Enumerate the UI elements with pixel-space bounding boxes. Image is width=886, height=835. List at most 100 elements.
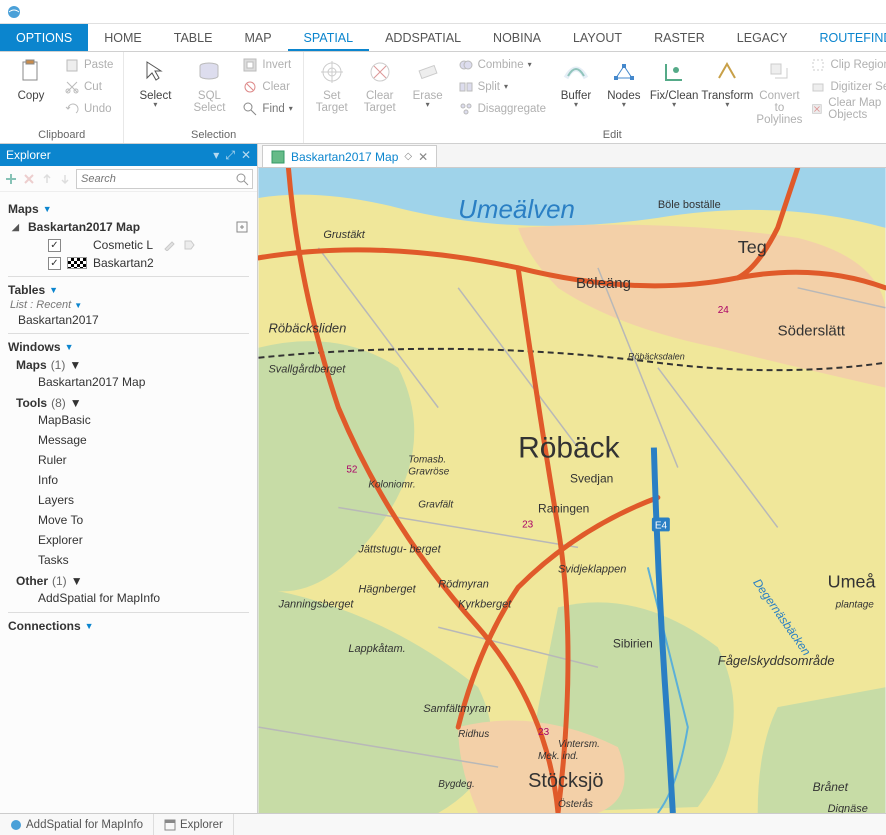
clear-button[interactable]: Clear (238, 76, 296, 98)
other-subheader[interactable]: Other (1) ▼ (8, 574, 249, 588)
transform-button[interactable]: Transform ▾ (702, 54, 752, 109)
other-addspatial[interactable]: AddSpatial for MapInfo (8, 588, 249, 608)
copy-icon (15, 56, 47, 88)
svg-text:Raningen: Raningen (538, 501, 589, 515)
tool-message[interactable]: Message (8, 430, 249, 450)
tool-explorer[interactable]: Explorer (8, 530, 249, 550)
sql-select-button[interactable]: SQL Select (184, 54, 234, 114)
tab-layout[interactable]: LAYOUT (557, 24, 638, 51)
tab-routefinder[interactable]: ROUTEFINDER (804, 24, 886, 51)
tab-spatial[interactable]: SPATIAL (288, 24, 370, 51)
app-icon (6, 4, 22, 20)
ribbon-group-selection: Select ▾ SQL Select Invert Clear Find ▾ … (124, 52, 303, 143)
svg-text:Mek. ind.: Mek. ind. (538, 751, 578, 762)
checkbox[interactable] (48, 239, 61, 252)
tab-raster[interactable]: RASTER (638, 24, 721, 51)
windows-section-header[interactable]: Windows▼ (8, 340, 249, 354)
combine-button[interactable]: Combine ▾ (454, 54, 550, 76)
label-icon[interactable] (183, 239, 195, 251)
tab-table[interactable]: TABLE (158, 24, 229, 51)
pin-icon[interactable]: ◇ (404, 151, 412, 162)
maps-subheader[interactable]: Maps (1) ▼ (8, 358, 249, 372)
panel-pin-icon[interactable]: ⤢ (225, 148, 235, 163)
table-item[interactable]: Baskartan2017 (8, 311, 249, 329)
down-icon[interactable] (58, 172, 72, 186)
clip-region-button[interactable]: Clip Region ▾ (806, 54, 886, 76)
split-button[interactable]: Split ▾ (454, 76, 550, 98)
up-icon[interactable] (40, 172, 54, 186)
nodes-button[interactable]: Nodes ▾ (602, 54, 646, 109)
svg-text:Stöcksjö: Stöcksjö (528, 770, 603, 792)
edit-icon[interactable] (163, 239, 175, 251)
digitizer-button[interactable]: Digitizer Setup (806, 76, 886, 98)
bottom-tab-explorer[interactable]: Explorer (154, 814, 234, 835)
tab-legacy[interactable]: LEGACY (721, 24, 804, 51)
set-target-button[interactable]: Set Target (310, 54, 354, 114)
map-tabs: Baskartan2017 Map ◇ ✕ (258, 144, 886, 168)
maps-section-header[interactable]: Maps▼ (8, 202, 249, 216)
tool-mapbasic[interactable]: MapBasic (8, 410, 249, 430)
map-canvas[interactable]: Umeälven Böle boställe Grustäkt Teg Böle… (258, 168, 886, 813)
map-root-row[interactable]: ◢ Baskartan2017 Map (8, 218, 249, 236)
clear-map-button[interactable]: Clear Map Objects (806, 98, 886, 120)
bottom-tab-addspatial[interactable]: AddSpatial for MapInfo (0, 814, 154, 835)
search-icon[interactable] (235, 172, 249, 186)
digitizer-icon (810, 79, 826, 95)
erase-button[interactable]: Erase ▾ (406, 54, 450, 109)
buffer-button[interactable]: Buffer ▾ (554, 54, 598, 109)
tools-subheader[interactable]: Tools (8) ▼ (8, 396, 249, 410)
svg-text:Umeå: Umeå (828, 571, 876, 591)
svg-text:52: 52 (346, 465, 358, 476)
zoom-extent-icon[interactable] (235, 220, 249, 234)
fixclean-icon (658, 56, 690, 88)
tool-info[interactable]: Info (8, 470, 249, 490)
svg-text:Söderslätt: Söderslätt (778, 323, 846, 340)
close-icon[interactable]: ✕ (418, 150, 428, 164)
svg-text:Sibirien: Sibirien (613, 636, 653, 650)
tab-options[interactable]: OPTIONS (0, 24, 88, 51)
svg-text:Samfältmyran: Samfältmyran (423, 703, 491, 715)
checkbox[interactable] (48, 257, 61, 270)
split-icon (458, 79, 474, 95)
tool-layers[interactable]: Layers (8, 490, 249, 510)
clear-target-button[interactable]: Clear Target (358, 54, 402, 114)
disaggregate-button[interactable]: Disaggregate (454, 98, 550, 120)
explorer-panel: Explorer ▾ ⤢ ✕ Maps▼ ◢ Baskartan2017 Map (0, 144, 258, 813)
tables-section-header[interactable]: Tables▼ (8, 283, 249, 297)
find-button[interactable]: Find ▾ (238, 98, 296, 120)
window-map-item[interactable]: Baskartan2017 Map (8, 372, 249, 392)
tool-moveto[interactable]: Move To (8, 510, 249, 530)
delete-icon[interactable] (22, 172, 36, 186)
search-input[interactable] (77, 173, 235, 185)
panel-close-icon[interactable]: ✕ (241, 148, 251, 163)
svg-text:Tomasb.: Tomasb. (408, 455, 446, 466)
tables-mode[interactable]: List : Recent ▼ (10, 299, 249, 311)
layer-base-row[interactable]: Baskartan2 (8, 254, 249, 272)
tab-home[interactable]: HOME (88, 24, 158, 51)
panel-dropdown-icon[interactable]: ▾ (213, 148, 219, 163)
fixclean-button[interactable]: Fix/Clean ▾ (650, 54, 699, 109)
svg-text:E4: E4 (655, 520, 668, 531)
undo-button[interactable]: Undo (60, 98, 117, 120)
tab-nobina[interactable]: NOBINA (477, 24, 557, 51)
buffer-icon (560, 56, 592, 88)
connections-section-header[interactable]: Connections▼ (8, 619, 249, 633)
svg-text:Koloniomr.: Koloniomr. (368, 480, 415, 491)
convert-button[interactable]: Convert to Polylines (756, 54, 802, 126)
add-icon[interactable] (4, 172, 18, 186)
layer-cosmetic-row[interactable]: Cosmetic L (8, 236, 249, 254)
tab-addspatial[interactable]: ADDSPATIAL (369, 24, 477, 51)
chevron-down-icon: ▼ (65, 342, 74, 352)
layer-swatch (67, 257, 87, 269)
invert-button[interactable]: Invert (238, 54, 296, 76)
tool-ruler[interactable]: Ruler (8, 450, 249, 470)
select-button[interactable]: Select ▾ (130, 54, 180, 109)
cut-button[interactable]: Cut (60, 76, 117, 98)
copy-button[interactable]: Copy (6, 54, 56, 102)
map-tab[interactable]: Baskartan2017 Map ◇ ✕ (262, 145, 437, 167)
paste-button[interactable]: Paste (60, 54, 117, 76)
tool-tasks[interactable]: Tasks (8, 550, 249, 570)
tab-map[interactable]: MAP (228, 24, 287, 51)
search-box[interactable] (76, 169, 253, 189)
map-tab-title: Baskartan2017 Map (291, 150, 398, 164)
